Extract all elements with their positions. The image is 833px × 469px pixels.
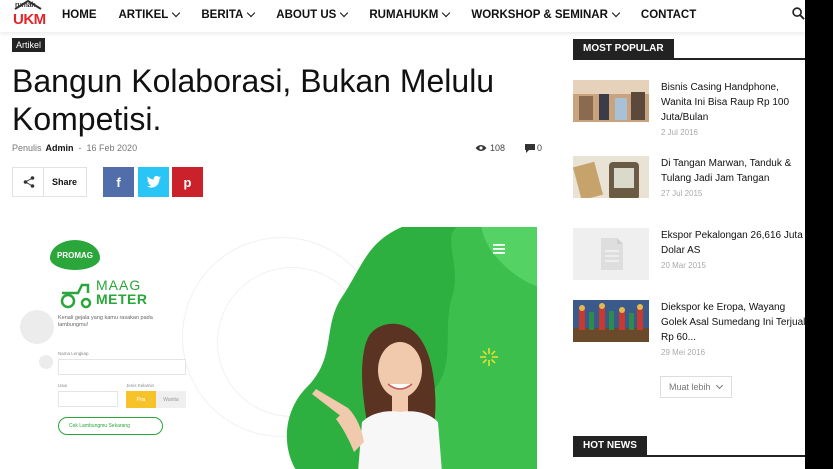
name-field — [58, 359, 186, 375]
article-meta: Penulis Admin - 16 Feb 2020 — [12, 143, 137, 153]
logo-text-big: UKM — [13, 11, 46, 28]
gender-wanita-option: Wanita — [156, 391, 186, 408]
sparkle-icon — [480, 348, 498, 366]
post-thumbnail[interactable] — [573, 156, 649, 198]
wooden-watch-image — [573, 156, 649, 198]
nav-item-berita[interactable]: BERITA — [201, 8, 256, 21]
post-thumbnail[interactable] — [573, 228, 649, 280]
popular-post[interactable]: Di Tangan Marwan, Tanduk & Tulang Jadi J… — [573, 156, 805, 216]
popular-post[interactable]: Diekspor ke Eropa, Wayang Golek Asal Sum… — [573, 300, 805, 360]
post-thumbnail[interactable] — [573, 300, 649, 342]
chevron-down-icon — [442, 8, 451, 18]
nav-item-rumahukm[interactable]: RUMAHUKM — [369, 8, 451, 21]
nav-item-workshop-seminar[interactable]: WORKSHOP & SEMINAR — [471, 8, 621, 21]
tractor-icon — [60, 283, 92, 309]
post-title[interactable]: Di Tangan Marwan, Tanduk & Tulang Jadi J… — [661, 156, 811, 186]
nav-item-home[interactable]: HOME — [62, 9, 97, 21]
name-label: Nama Lengkap — [58, 351, 89, 356]
gender-label: Jenis Kelamin — [126, 383, 155, 388]
site-logo[interactable]: rumah UKM — [12, 0, 46, 30]
nav-item-artikel[interactable]: ARTIKEL — [119, 8, 181, 21]
pinterest-icon: p — [183, 174, 192, 190]
eye-icon — [475, 145, 487, 151]
facebook-icon: f — [116, 174, 121, 190]
article-stats: 108 0 — [475, 143, 542, 153]
category-tag[interactable]: Artikel — [12, 38, 46, 52]
post-date: 20 Mar 2015 — [661, 261, 706, 270]
comment-count[interactable]: 0 — [537, 143, 542, 153]
form-hint: Kenali gejala yang kamu rasakan pada lam… — [58, 315, 153, 328]
hot-news-label: HOT NEWS — [573, 436, 647, 456]
search-icon[interactable] — [792, 7, 805, 20]
check-stomach-label: Cek Lambungmu Sekarang — [69, 423, 130, 429]
share-label: Share — [52, 177, 78, 187]
promag-logo: PROMAG — [50, 240, 100, 270]
post-title[interactable]: Ekspor Pekalongan 26,616 Juta Dolar AS — [661, 228, 811, 258]
share-icon — [23, 176, 35, 188]
share-divider — [43, 167, 44, 197]
top-navbar: rumah UKM HOME ARTIKEL BERITA ABOUT US R… — [0, 0, 805, 32]
chevron-down-icon — [247, 8, 256, 18]
article-title: Bangun Kolaborasi, Bukan Melulu Kompetis… — [12, 63, 495, 137]
post-thumbnail[interactable] — [573, 80, 649, 122]
smiling-woman-illustration — [312, 323, 442, 469]
author-prefix: Penulis — [12, 143, 42, 153]
logo-text-small: rumah — [15, 2, 36, 9]
age-label: Usia — [58, 383, 68, 388]
popular-post[interactable]: Ekspor Pekalongan 26,616 Juta Dolar AS 2… — [573, 228, 805, 288]
nav-item-contact[interactable]: CONTACT — [641, 9, 696, 21]
post-title[interactable]: Bisnis Casing Handphone, Wanita Ini Bisa… — [661, 80, 811, 125]
popular-post[interactable]: Bisnis Casing Handphone, Wanita Ini Bisa… — [573, 80, 805, 140]
chevron-down-icon — [715, 381, 723, 390]
most-popular-heading: MOST POPULAR — [573, 38, 805, 60]
post-title[interactable]: Diekspor ke Eropa, Wayang Golek Asal Sum… — [661, 300, 811, 345]
article-featured-image: PROMAG MAAG METER Kenali gejala yang kam… — [12, 227, 537, 469]
load-more-label: Muat lebih — [669, 382, 711, 392]
chevron-down-icon — [611, 8, 621, 18]
share-button[interactable]: Share — [12, 167, 87, 197]
most-popular-label: MOST POPULAR — [573, 39, 674, 59]
nav-item-about-us[interactable]: ABOUT US — [276, 8, 349, 21]
main-menu: HOME ARTIKEL BERITA ABOUT US RUMAHUKM WO… — [62, 8, 718, 21]
chevron-down-icon — [172, 8, 181, 18]
hot-news-heading: HOT NEWS — [573, 435, 805, 457]
wayang-golek-image — [573, 300, 649, 342]
view-count: 108 — [490, 143, 506, 153]
post-date: 27 Jul 2015 — [661, 189, 703, 198]
screen-edge-bar — [805, 0, 833, 469]
twitter-icon — [146, 176, 161, 188]
decorative-dot — [20, 310, 54, 344]
maag-meter-logo: MAAG METER — [58, 277, 168, 313]
twitter-share-button[interactable] — [138, 167, 169, 197]
chevron-down-icon — [340, 8, 349, 18]
post-date: 2 Jul 2016 — [661, 128, 698, 137]
comment-icon — [525, 143, 536, 153]
facebook-share-button[interactable]: f — [103, 167, 134, 197]
meter-word: METER — [96, 291, 148, 307]
decorative-dot — [39, 355, 53, 369]
post-date: 29 Mei 2016 — [661, 348, 706, 357]
meta-separator: - — [78, 143, 82, 153]
author-link[interactable]: Admin — [46, 143, 74, 153]
pinterest-share-button[interactable]: p — [172, 167, 203, 197]
check-stomach-button: Cek Lambungmu Sekarang — [58, 417, 163, 435]
document-placeholder-icon — [573, 228, 649, 280]
hamburger-menu-icon — [493, 244, 505, 254]
age-field — [58, 391, 118, 407]
shop-photo-image — [573, 80, 649, 122]
gender-pria-option: Pria — [126, 391, 156, 408]
publish-date: 16 Feb 2020 — [86, 143, 138, 153]
load-more-button[interactable]: Muat lebih — [660, 376, 732, 398]
